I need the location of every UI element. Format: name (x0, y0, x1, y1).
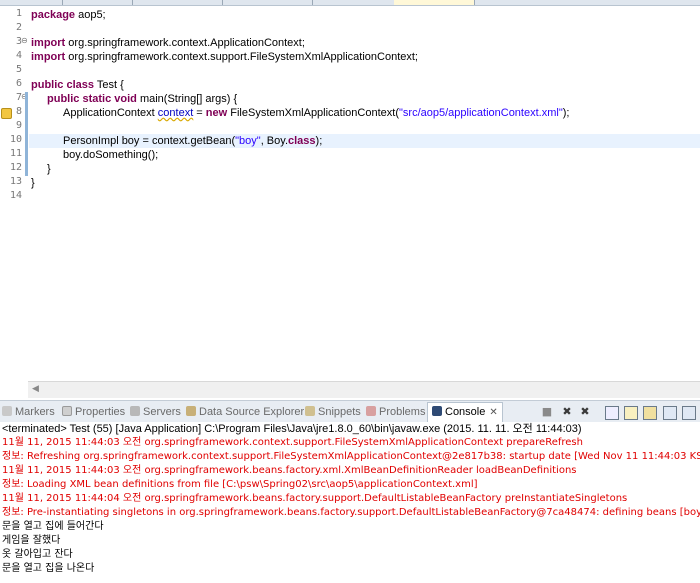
line-number: 14 (9, 190, 22, 201)
code-line: package aop5; (31, 9, 106, 21)
line-number: 5 (15, 64, 22, 75)
console-line: 정보: Loading XML bean definitions from fi… (2, 479, 478, 490)
line-number: 2 (15, 22, 22, 33)
tab-problems[interactable]: Problems (366, 404, 425, 420)
line-number: 9 (15, 120, 22, 131)
snippets-icon (305, 406, 315, 416)
scroll-lock-icon[interactable] (624, 406, 638, 420)
tab-data-source-explorer[interactable]: Data Source Explorer (186, 404, 304, 420)
clear-console-icon[interactable] (605, 406, 619, 420)
markers-icon (2, 406, 12, 416)
console-line: 정보: Refreshing org.springframework.conte… (2, 451, 700, 462)
pin-console-icon[interactable] (663, 406, 677, 420)
unused-variable-warning: context (157, 107, 194, 119)
editor-tab[interactable] (222, 0, 313, 5)
servers-icon (130, 406, 140, 416)
line-number: 3 (15, 36, 22, 47)
line-number: 12 (9, 162, 22, 173)
console-line: 게임을 잘했다 (2, 535, 61, 546)
code-line: } (47, 163, 51, 175)
line-number: 6 (15, 78, 22, 89)
code-line: boy.doSomething(); (63, 149, 159, 161)
editor-tab[interactable] (0, 0, 63, 5)
console-line: 옷 갈아입고 잔다 (2, 549, 73, 560)
line-number: 13 (9, 176, 22, 187)
console-line: 11월 11, 2015 11:44:04 오전 org.springframe… (2, 493, 628, 504)
line-number-gutter: 1 2 3 ⊖ 4 5 6 7 ⊖ 8 9 10 11 12 13 14 (0, 6, 28, 381)
database-icon (186, 406, 196, 416)
tab-servers[interactable]: Servers (130, 404, 181, 420)
console-output[interactable]: <terminated> Test (55) [Java Application… (0, 422, 700, 583)
editor-tab[interactable] (312, 0, 395, 5)
line-number: 8 (15, 106, 22, 117)
console-line: 문을 열고 집에 들어간다 (2, 521, 104, 532)
editor-tab-active[interactable] (394, 0, 475, 5)
editor-tab[interactable] (62, 0, 133, 5)
tab-properties[interactable]: Properties (62, 404, 125, 420)
tab-markers[interactable]: Markers (2, 404, 55, 420)
line-number: 1 (15, 8, 22, 19)
console-line: 문을 열고 집을 나온다 (2, 563, 95, 574)
line-number: 10 (9, 134, 22, 145)
remove-launch-icon[interactable]: ✖ (561, 406, 573, 418)
tab-snippets[interactable]: Snippets (305, 404, 361, 420)
properties-icon (62, 406, 72, 416)
terminate-icon[interactable]: ■ (541, 406, 553, 418)
code-line: public class Test { (31, 79, 124, 91)
line-number: 11 (9, 148, 22, 159)
console-line: 11월 11, 2015 11:44:03 오전 org.springframe… (2, 437, 583, 448)
console-line: 11월 11, 2015 11:44:03 오전 org.springframe… (2, 465, 577, 476)
close-icon[interactable]: ✕ (489, 407, 497, 418)
view-tab-bar: Markers Properties Servers Data Source E… (0, 400, 700, 423)
scroll-left-icon[interactable]: ◀ (32, 384, 39, 394)
code-line: ApplicationContext context = new FileSys… (63, 107, 570, 119)
code-line: } (31, 177, 35, 189)
line-number: 4 (15, 50, 22, 61)
problems-icon (366, 406, 376, 416)
console-icon (432, 406, 442, 416)
editor-tab[interactable] (132, 0, 223, 5)
word-wrap-icon[interactable] (643, 406, 657, 420)
code-line-current: PersonImpl boy = context.getBean("boy", … (29, 134, 700, 148)
horizontal-scrollbar[interactable]: ◀ (28, 381, 700, 398)
fold-toggle-icon[interactable]: ⊖ (21, 36, 28, 45)
code-line: public static void main(String[] args) { (47, 93, 238, 105)
code-line: import org.springframework.context.suppo… (31, 51, 418, 63)
code-line: import org.springframework.context.Appli… (31, 37, 305, 49)
code-area[interactable]: package aop5; import org.springframework… (29, 6, 700, 381)
code-editor[interactable]: 1 2 3 ⊖ 4 5 6 7 ⊖ 8 9 10 11 12 13 14 pac… (0, 6, 700, 398)
display-console-icon[interactable] (682, 406, 696, 420)
console-terminated-header: <terminated> Test (55) [Java Application… (2, 423, 582, 435)
console-line: 정보: Pre-instantiating singletons in org.… (2, 507, 700, 518)
line-number: 7 (15, 92, 22, 103)
remove-all-terminated-icon[interactable]: ✖ (579, 406, 591, 418)
change-marker-bar (25, 92, 28, 176)
tab-console[interactable]: Console ✕ (427, 402, 503, 422)
